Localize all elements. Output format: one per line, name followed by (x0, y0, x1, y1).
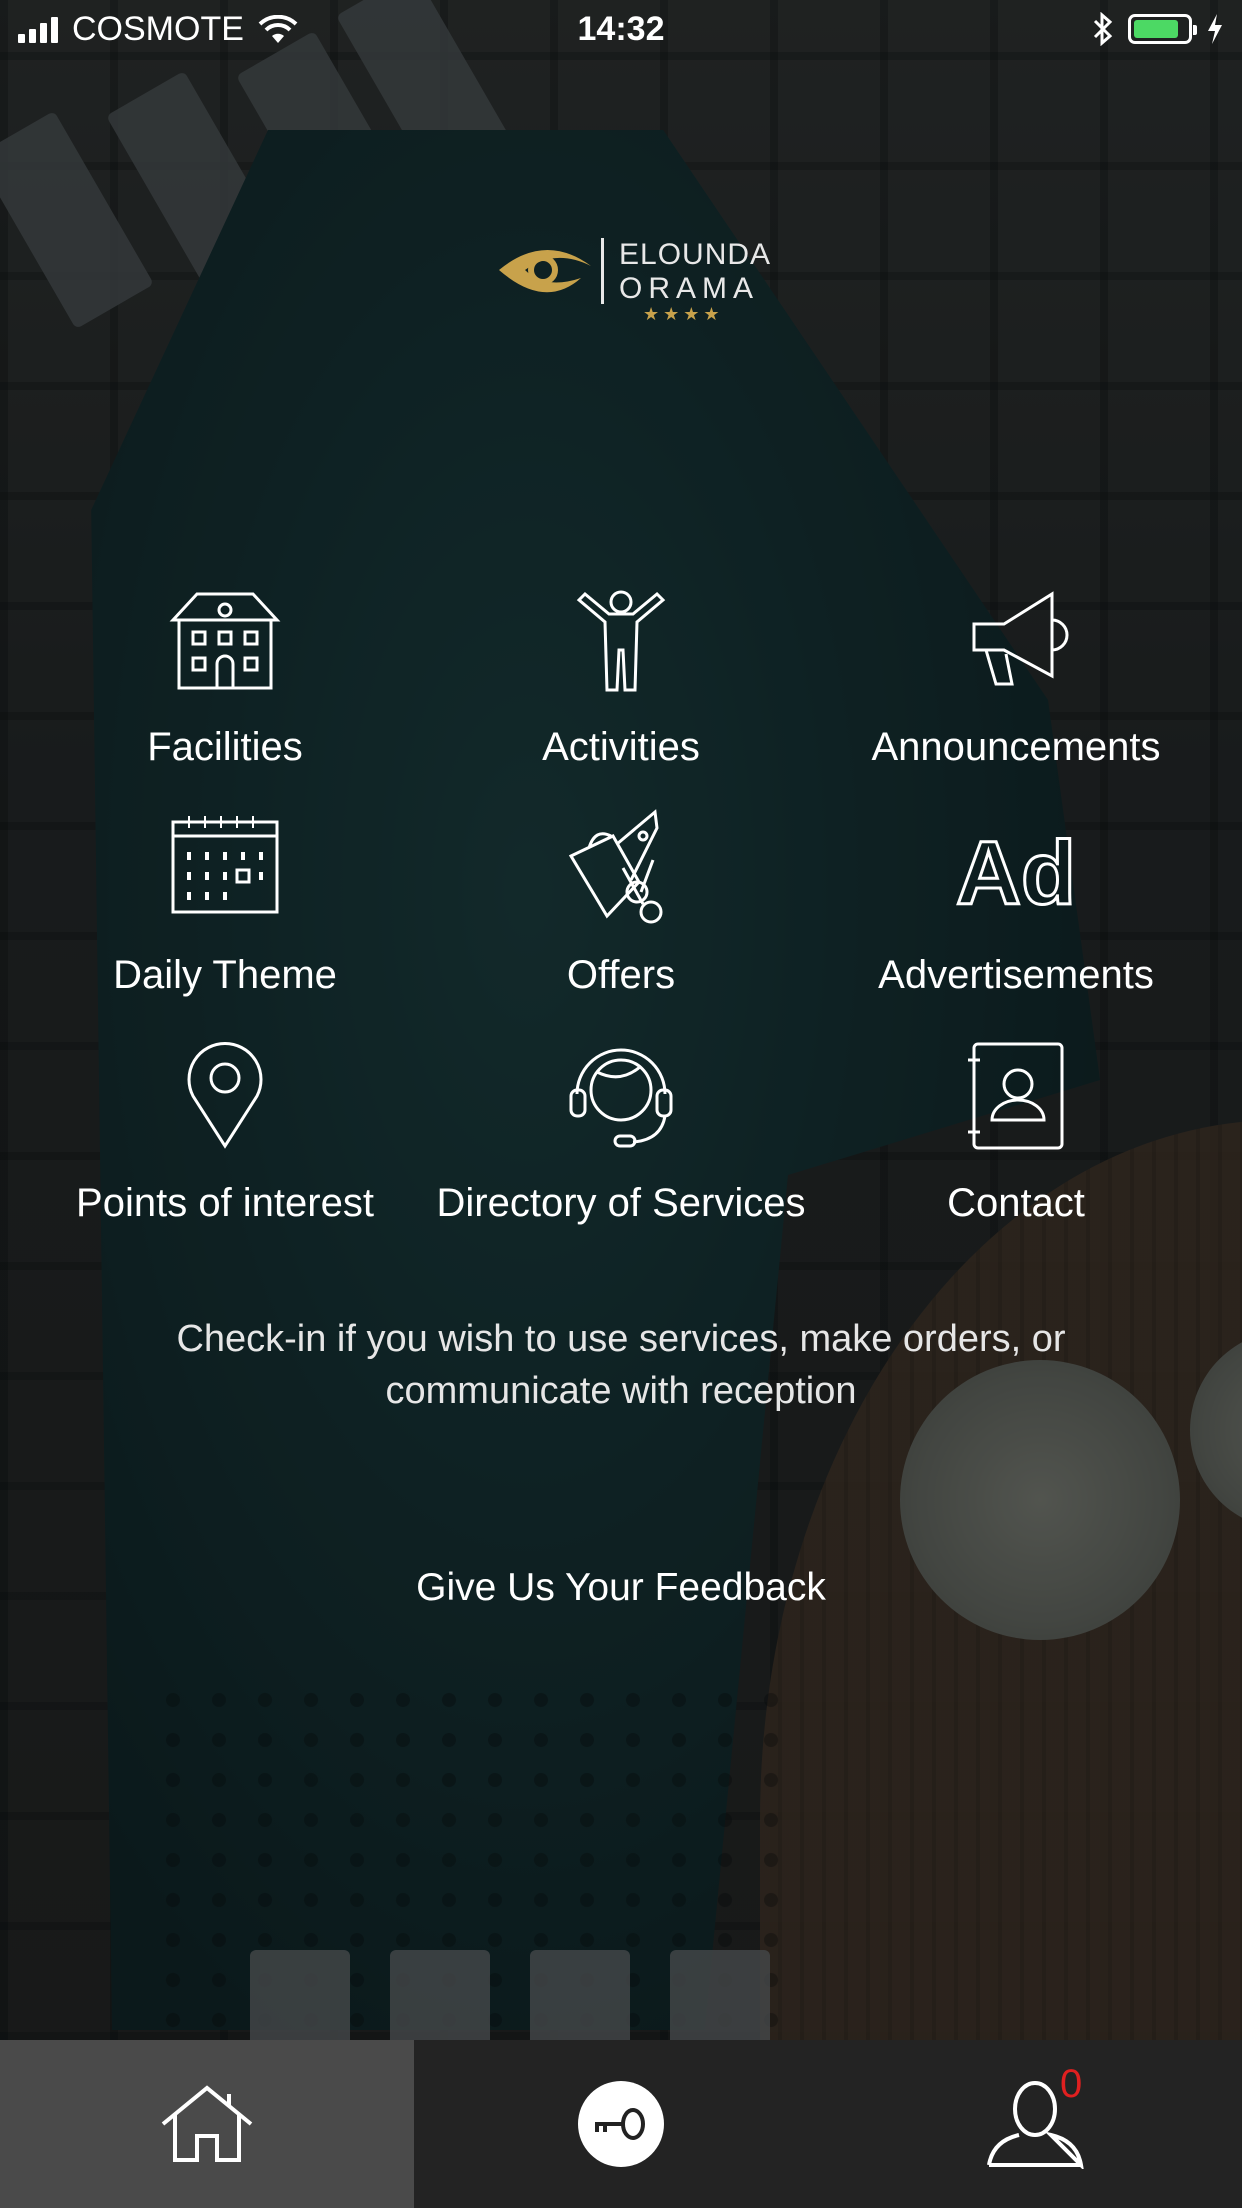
status-bar: COSMOTE 14:32 (0, 0, 1242, 62)
tab-profile[interactable]: 0 (828, 2040, 1242, 2208)
menu-item-activities[interactable]: Activities (421, 580, 821, 776)
menu-item-label: Points of interest (76, 1181, 374, 1225)
menu-item-label: Facilities (147, 725, 303, 769)
house-icon (169, 592, 281, 690)
menu-item-offers[interactable]: Offers (421, 808, 821, 1004)
ad-icon: Ad (956, 823, 1076, 926)
menu-item-label: Offers (566, 953, 676, 997)
charging-bolt-icon (1208, 14, 1222, 44)
menu-item-facilities[interactable]: Facilities (25, 580, 425, 776)
shopping-bag-tag-icon (568, 809, 663, 924)
menu-item-label: Advertisements (878, 953, 1154, 997)
star-rating: ★★★★ (643, 304, 724, 324)
hotel-logo: ELOUNDA ORAMA ★★★★ (495, 232, 770, 328)
eye-logo-icon (499, 249, 591, 293)
calendar-icon (171, 816, 279, 914)
person-raised-arms-icon (576, 590, 666, 692)
menu-item-label: Activities (542, 725, 700, 769)
menu-item-label: Directory of Services (436, 1181, 806, 1225)
bluetooth-icon (1093, 12, 1113, 46)
menu-item-points-of-interest[interactable]: Points of interest (25, 1036, 425, 1232)
checkin-message[interactable]: Check-in if you wish to use services, ma… (100, 1313, 1142, 1417)
bottom-tab-bar: 0 (0, 2040, 1242, 2208)
battery-icon (1128, 14, 1197, 44)
menu-item-label: Daily Theme (113, 953, 337, 997)
notification-badge: 0 (1060, 2062, 1083, 2106)
menu-item-advertisements[interactable]: Ad Advertisements (816, 808, 1216, 1004)
map-pin-icon (187, 1042, 263, 1149)
menu-item-label: Contact (947, 1181, 1085, 1225)
tab-key[interactable] (414, 2040, 828, 2208)
megaphone-icon (972, 591, 1069, 686)
key-icon (578, 2081, 664, 2167)
svg-text:Ad: Ad (956, 824, 1076, 924)
menu-item-contact[interactable]: Contact (816, 1036, 1216, 1232)
home-icon (161, 2085, 253, 2162)
menu-item-announcements[interactable]: Announcements (816, 580, 1216, 776)
logo-line-2: ORAMA (619, 272, 760, 305)
status-time: 14:32 (577, 10, 665, 48)
tab-home[interactable] (0, 2040, 414, 2208)
logo-line-1: ELOUNDA (619, 238, 772, 271)
contact-book-icon (968, 1042, 1064, 1150)
menu-item-label: Announcements (871, 725, 1161, 769)
menu-item-daily-theme[interactable]: Daily Theme (25, 808, 425, 1004)
headset-operator-icon (569, 1048, 673, 1148)
menu-item-directory-of-services[interactable]: Directory of Services (421, 1036, 821, 1232)
feedback-link[interactable]: Give Us Your Feedback (0, 1566, 1242, 1610)
